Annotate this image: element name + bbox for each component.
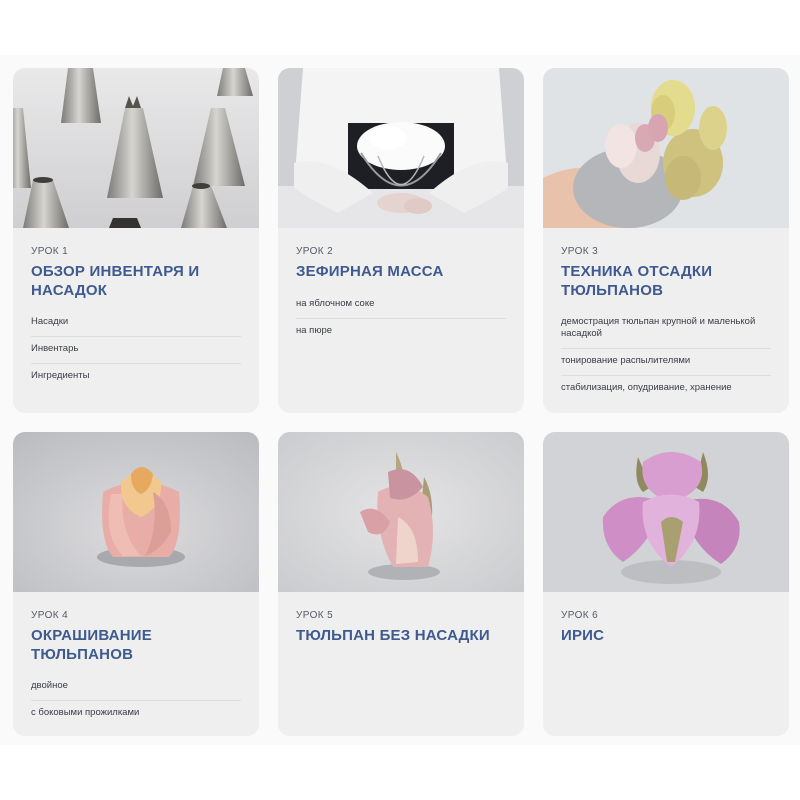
lesson-card-3[interactable]: УРОК 3 ТЕХНИКА ОТСАДКИ ТЮЛЬПАНОВ демостр… <box>543 68 789 413</box>
tulip-without-nozzle-image <box>278 432 524 592</box>
colored-tulip-image <box>13 432 259 592</box>
lesson-card-6[interactable]: УРОК 6 ИРИС <box>543 432 789 736</box>
lessons-grid: УРОК 1 ОБЗОР ИНВЕНТАРЯ И НАСАДОК Насадки… <box>13 68 789 736</box>
marshmallow-mass-image <box>278 68 524 228</box>
lesson-title: ОБЗОР ИНВЕНТАРЯ И НАСАДОК <box>31 263 200 299</box>
lesson-number: УРОК 2 <box>296 246 334 257</box>
lesson-topics: Насадки Инвентарь Ингредиенты <box>31 310 241 390</box>
lesson-title: ОКРАШИВАНИЕ ТЮЛЬПАНОВ <box>31 627 152 663</box>
lesson-card-2[interactable]: УРОК 2 ЗЕФИРНАЯ МАССА на яблочном соке н… <box>278 68 524 413</box>
lesson-topic: с боковыми прожилками <box>31 707 140 718</box>
piping-nozzles-image <box>13 68 259 228</box>
lesson-topic: Инвентарь <box>31 337 241 364</box>
lesson-number: УРОК 6 <box>561 610 599 621</box>
lesson-topic: Ингредиенты <box>31 370 90 381</box>
lesson-title: ИРИС <box>561 627 605 644</box>
lesson-topics: демострация тюльпан крупной и маленькой … <box>561 310 771 402</box>
lesson-title: ЗЕФИРНАЯ МАССА <box>296 263 444 280</box>
lesson-topic: тонирование распылителями <box>561 349 771 376</box>
lesson-number: УРОК 3 <box>561 246 599 257</box>
lesson-topic: на пюре <box>296 324 333 336</box>
lesson-card-1[interactable]: УРОК 1 ОБЗОР ИНВЕНТАРЯ И НАСАДОК Насадки… <box>13 68 259 413</box>
lesson-number: УРОК 5 <box>296 610 334 621</box>
lesson-topic: стабилизация, опудривание, хранение <box>561 382 732 393</box>
iris-flower-image <box>543 432 789 592</box>
lesson-title: ТЕХНИКА ОТСАДКИ ТЮЛЬПАНОВ <box>561 263 713 299</box>
lesson-title: ТЮЛЬПАН БЕЗ НАСАДКИ <box>296 627 490 644</box>
lesson-number: УРОК 4 <box>31 610 69 621</box>
lesson-topic: Насадки <box>31 310 241 337</box>
lesson-card-5[interactable]: УРОК 5 ТЮЛЬПАН БЕЗ НАСАДКИ <box>278 432 524 736</box>
lesson-topics: на яблочном соке на пюре <box>296 292 506 345</box>
lesson-topic: демострация тюльпан крупной и маленькой … <box>561 310 771 349</box>
lesson-topic: двойное <box>31 674 241 701</box>
tulip-piping-image <box>543 68 789 228</box>
lesson-number: УРОК 1 <box>31 246 69 257</box>
lesson-topics: двойное с боковыми прожилками <box>31 674 241 727</box>
lesson-topic: на яблочном соке <box>296 292 506 319</box>
lesson-card-4[interactable]: УРОК 4 ОКРАШИВАНИЕ ТЮЛЬПАНОВ двойное с б… <box>13 432 259 736</box>
